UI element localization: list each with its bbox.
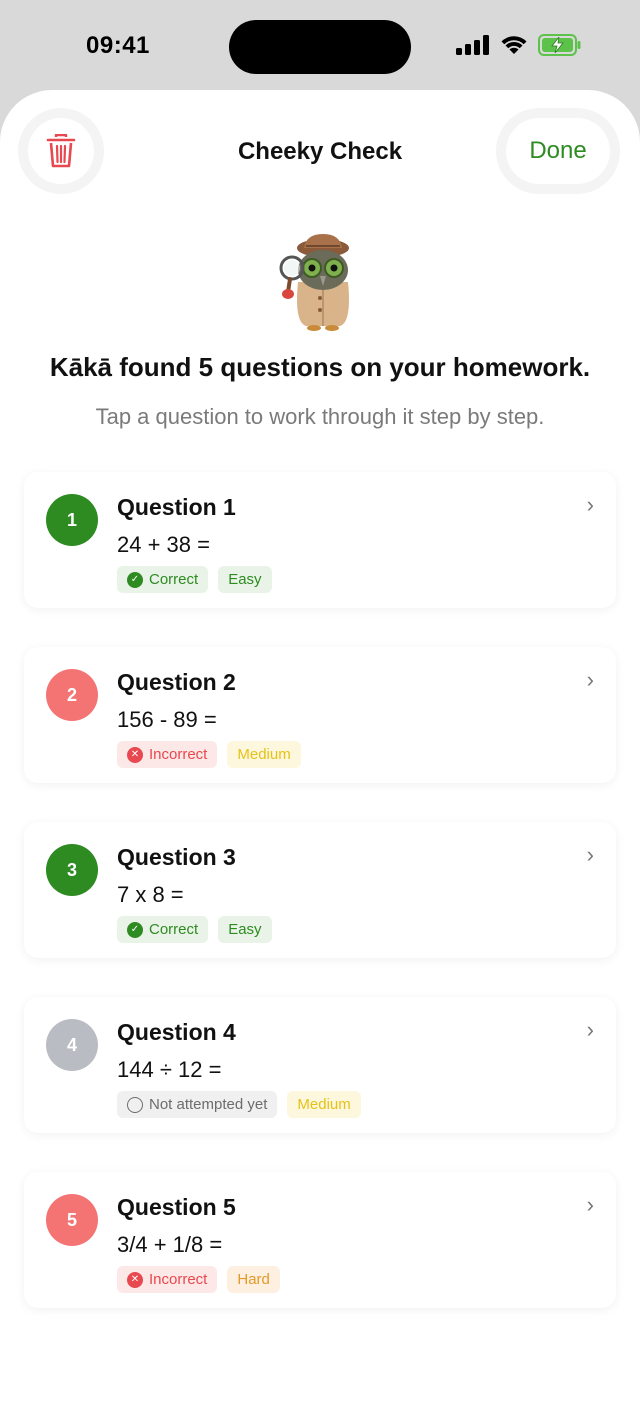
question-tags: Not attempted yet Medium bbox=[117, 1091, 361, 1118]
status-badge-label: Not attempted yet bbox=[149, 1096, 268, 1113]
empty-circle-icon bbox=[127, 1096, 143, 1113]
check-circle-icon: ✓ bbox=[127, 571, 143, 588]
status-badge-label: Incorrect bbox=[149, 746, 208, 763]
wifi-icon bbox=[501, 36, 527, 54]
question-expression: 156 - 89 = bbox=[117, 707, 217, 732]
question-number-badge: 5 bbox=[46, 1194, 98, 1246]
chevron-right-icon: › bbox=[586, 492, 594, 517]
question-card-5[interactable]: 5 Question 5 3/4 + 1/8 = › ✕ Incorrect H… bbox=[24, 1172, 616, 1308]
difficulty-badge: Medium bbox=[287, 1091, 361, 1118]
question-tags: ✓ Correct Easy bbox=[117, 916, 272, 943]
status-badge: ✕ Incorrect bbox=[117, 1266, 218, 1293]
question-title: Question 1 bbox=[117, 494, 236, 520]
question-tags: ✓ Correct Easy bbox=[117, 566, 272, 593]
x-circle-icon: ✕ bbox=[127, 1271, 143, 1288]
question-expression: 7 x 8 = bbox=[117, 882, 184, 907]
difficulty-badge: Medium bbox=[227, 741, 301, 768]
question-title: Question 2 bbox=[117, 669, 236, 695]
question-card-2[interactable]: 2 Question 2 156 - 89 = › ✕ Incorrect Me… bbox=[24, 647, 616, 783]
done-button[interactable]: Done bbox=[506, 118, 610, 184]
status-badge-label: Incorrect bbox=[149, 1271, 208, 1288]
question-tags: ✕ Incorrect Medium bbox=[117, 741, 301, 768]
dynamic-island bbox=[229, 20, 411, 74]
status-badge: Not attempted yet bbox=[117, 1091, 278, 1118]
question-title: Question 3 bbox=[117, 844, 236, 870]
chevron-right-icon: › bbox=[586, 1192, 594, 1217]
signal-icon bbox=[456, 35, 489, 55]
question-expression: 24 + 38 = bbox=[117, 532, 210, 557]
status-badge: ✓ Correct bbox=[117, 916, 209, 943]
status-badge: ✓ Correct bbox=[117, 566, 209, 593]
mascot-owl-detective-image bbox=[279, 234, 349, 331]
results-subline: Tap a question to work through it step b… bbox=[95, 404, 545, 429]
question-title: Question 5 bbox=[117, 1194, 236, 1220]
status-icons bbox=[456, 34, 582, 56]
difficulty-badge: Easy bbox=[218, 566, 272, 593]
check-circle-icon: ✓ bbox=[127, 921, 143, 938]
question-number-badge: 3 bbox=[46, 844, 98, 896]
x-circle-icon: ✕ bbox=[127, 746, 143, 763]
question-title: Question 4 bbox=[117, 1019, 236, 1045]
results-headline: Kākā found 5 questions on your homework. bbox=[49, 352, 591, 382]
question-card-1[interactable]: 1 Question 1 24 + 38 = › ✓ Correct Easy bbox=[24, 472, 616, 608]
status-badge-label: Correct bbox=[149, 921, 199, 938]
question-expression: 144 ÷ 12 = bbox=[117, 1057, 222, 1082]
question-number-badge: 4 bbox=[46, 1019, 98, 1071]
question-number-badge: 1 bbox=[46, 494, 98, 546]
question-expression: 3/4 + 1/8 = bbox=[117, 1232, 223, 1257]
difficulty-badge: Hard bbox=[227, 1266, 280, 1293]
question-card-4[interactable]: 4 Question 4 144 ÷ 12 = › Not attempted … bbox=[24, 997, 616, 1133]
status-bar: 09:41 bbox=[0, 0, 640, 92]
question-number-badge: 2 bbox=[46, 669, 98, 721]
difficulty-badge: Easy bbox=[218, 916, 272, 943]
chevron-right-icon: › bbox=[586, 1017, 594, 1042]
status-badge: ✕ Incorrect bbox=[117, 741, 218, 768]
chevron-right-icon: › bbox=[586, 667, 594, 692]
battery-charging-icon bbox=[538, 34, 581, 56]
question-card-3[interactable]: 3 Question 3 7 x 8 = › ✓ Correct Easy bbox=[24, 822, 616, 958]
chevron-right-icon: › bbox=[586, 842, 594, 867]
status-badge-label: Correct bbox=[149, 571, 199, 588]
question-tags: ✕ Incorrect Hard bbox=[117, 1266, 280, 1293]
status-time: 09:41 bbox=[86, 32, 150, 59]
